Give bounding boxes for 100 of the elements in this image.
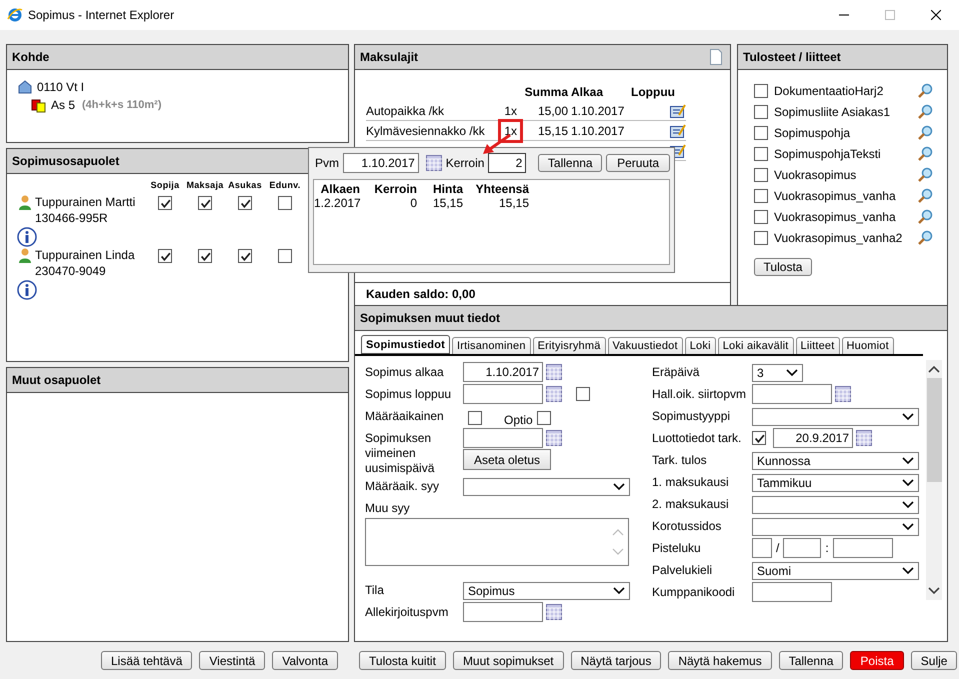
calendar-icon[interactable] <box>546 386 562 402</box>
checkbox[interactable] <box>158 196 172 210</box>
person-icon <box>17 247 33 263</box>
calendar-icon[interactable] <box>546 430 562 446</box>
search-icon[interactable] <box>917 166 933 182</box>
footer-button[interactable]: Näytä tarjous <box>570 651 662 670</box>
date-field[interactable] <box>463 428 543 448</box>
tab[interactable]: Liitteet <box>796 337 840 354</box>
checkbox[interactable] <box>278 249 292 263</box>
multiplier-cell[interactable]: 1x <box>498 118 523 142</box>
checkbox[interactable] <box>198 249 212 263</box>
field-label: Pvm <box>315 156 339 170</box>
checkbox[interactable] <box>576 387 590 401</box>
fee-name: Autopaikka /kk <box>366 104 446 118</box>
footer-button[interactable]: Näytä hakemus <box>668 651 772 670</box>
popup-button[interactable]: Peruuta <box>606 154 670 172</box>
party-name[interactable]: Tuppurainen Linda <box>35 247 135 263</box>
checkbox[interactable] <box>198 196 212 210</box>
footer-button[interactable]: Tulosta kuitit <box>359 651 446 670</box>
checkbox[interactable] <box>754 168 768 182</box>
checkbox[interactable] <box>754 146 768 160</box>
tab[interactable]: Erityisryhmä <box>532 337 606 354</box>
footer-button[interactable]: Muut sopimukset <box>452 651 564 670</box>
tab[interactable]: Loki aikavälit <box>718 337 794 354</box>
footer-button[interactable]: Poista <box>850 651 904 670</box>
dropdown[interactable]: 3 <box>752 364 803 382</box>
checkbox[interactable] <box>278 196 292 210</box>
search-icon[interactable] <box>917 124 933 140</box>
building-label[interactable]: 0110 Vt I <box>37 80 84 94</box>
checkbox[interactable] <box>754 84 768 98</box>
footer-button[interactable]: Sulje <box>910 651 958 670</box>
scroll-thumb[interactable] <box>926 378 942 482</box>
dropdown[interactable] <box>752 408 919 426</box>
input-field[interactable] <box>752 538 772 558</box>
date-field[interactable] <box>463 384 543 404</box>
search-icon[interactable] <box>917 146 933 162</box>
party-name[interactable]: Tuppurainen Martti <box>35 194 136 210</box>
checkbox[interactable] <box>754 126 768 140</box>
calendar-icon[interactable] <box>546 604 562 620</box>
calendar-icon[interactable] <box>856 430 872 446</box>
checkbox[interactable] <box>536 411 551 425</box>
close-icon[interactable] <box>931 10 941 20</box>
search-icon[interactable] <box>917 104 933 120</box>
checkbox[interactable] <box>468 411 482 425</box>
date-field[interactable]: 1.10.2017 <box>343 153 419 173</box>
footer-button[interactable]: Viestintä <box>199 651 266 670</box>
edit-icon[interactable] <box>670 124 686 138</box>
set-default-button[interactable]: Aseta oletus <box>463 449 551 470</box>
checkbox[interactable] <box>754 188 768 202</box>
dropdown[interactable] <box>752 518 919 536</box>
dropdown[interactable] <box>463 478 630 496</box>
search-icon[interactable] <box>917 208 933 224</box>
search-icon[interactable] <box>917 230 933 246</box>
info-icon[interactable] <box>17 280 37 300</box>
date-field[interactable] <box>463 602 543 622</box>
tab[interactable]: Irtisanominen <box>452 337 531 354</box>
calendar-icon[interactable] <box>426 155 442 171</box>
apartment-label[interactable]: As 5 <box>51 98 76 112</box>
edit-icon[interactable] <box>670 104 686 118</box>
input-field[interactable] <box>752 582 832 602</box>
calendar-icon[interactable] <box>835 386 851 402</box>
dropdown[interactable]: Suomi <box>752 562 919 580</box>
dropdown[interactable]: Sopimus <box>463 582 630 600</box>
scroll-down-icon[interactable] <box>927 586 941 596</box>
field-label: Allekirjoituspvm <box>365 604 450 620</box>
text-area[interactable] <box>365 518 629 566</box>
date-field[interactable]: 20.9.2017 <box>773 428 853 448</box>
tab[interactable]: Vakuustiedot <box>608 337 683 354</box>
date-field[interactable]: 1.10.2017 <box>463 362 543 382</box>
date-field[interactable] <box>752 384 832 404</box>
checkbox[interactable] <box>754 104 768 118</box>
footer-button[interactable]: Lisää tehtävä <box>101 651 192 670</box>
dropdown[interactable]: Kunnossa <box>752 452 919 470</box>
input-field[interactable] <box>832 538 893 558</box>
info-icon[interactable] <box>17 227 37 247</box>
checkbox[interactable] <box>238 249 252 263</box>
dropdown[interactable] <box>752 496 919 514</box>
document-icon[interactable] <box>710 49 722 65</box>
input-field[interactable] <box>783 538 822 558</box>
search-icon[interactable] <box>917 82 933 98</box>
tab[interactable]: Sopimustiedot <box>361 335 450 354</box>
checkbox[interactable] <box>158 249 172 263</box>
scroll-up-icon[interactable] <box>927 364 941 374</box>
checkbox[interactable] <box>752 431 766 445</box>
print-button[interactable]: Tulosta <box>754 258 812 276</box>
search-icon[interactable] <box>917 188 933 204</box>
checkbox[interactable] <box>754 210 768 224</box>
footer-button[interactable]: Tallenna <box>778 651 844 670</box>
calendar-icon[interactable] <box>546 364 562 380</box>
checkbox[interactable] <box>238 196 252 210</box>
popup-button[interactable]: Tallenna <box>538 154 602 172</box>
scrollbar[interactable] <box>926 360 942 600</box>
footer-button[interactable]: Valvonta <box>272 651 338 670</box>
tab[interactable]: Huomiot <box>842 337 894 354</box>
column-header: Alkaen <box>320 182 360 196</box>
tab[interactable]: Loki <box>684 337 716 354</box>
input-field[interactable]: 2 <box>488 153 526 173</box>
checkbox[interactable] <box>754 230 768 244</box>
dropdown[interactable]: Tammikuu <box>752 474 919 492</box>
table-cell-text: 15,15 <box>432 196 463 210</box>
